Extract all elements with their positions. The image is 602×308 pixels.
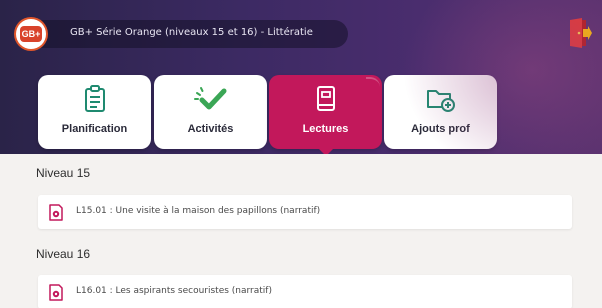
section-title: Niveau 15 — [36, 166, 91, 180]
book-icon — [316, 86, 335, 111]
item-label: L15.01 : Une visite à la maison des papi… — [76, 206, 321, 216]
clipboard-icon — [84, 85, 105, 112]
list-item[interactable]: L16.01 : Les aspirants secouristes (narr… — [38, 275, 572, 308]
reading-document-icon — [49, 204, 63, 221]
exit-button[interactable] — [566, 18, 592, 48]
folder-add-icon — [426, 90, 455, 112]
tab-ajouts-prof[interactable]: Ajouts prof — [384, 75, 497, 149]
item-label: L16.01 : Les aspirants secouristes (narr… — [76, 286, 272, 296]
tab-label: Activités — [187, 123, 234, 135]
tab-label: Planification — [61, 123, 128, 135]
tab-label: Ajouts prof — [411, 123, 470, 135]
tab-planification[interactable]: Planification — [38, 75, 151, 149]
tab-label: Lectures — [302, 123, 349, 135]
title-bar: GB+ GB+ Série Orange (niveaux 15 et 16) … — [16, 19, 348, 49]
reading-document-icon — [49, 284, 63, 301]
checkmark-icon — [193, 87, 226, 110]
tab-lectures[interactable]: Lectures — [269, 75, 382, 154]
tab-activites[interactable]: Activités — [154, 75, 267, 149]
exit-door-icon — [570, 18, 592, 48]
page-title: GB+ Série Orange (niveaux 15 et 16) - Li… — [70, 27, 313, 38]
content-area: Niveau 15 L15.01 : Une visite à la maiso… — [0, 154, 602, 308]
logo-text: GB+ — [20, 26, 42, 42]
app-logo[interactable]: GB+ — [16, 19, 46, 49]
section-title: Niveau 16 — [36, 247, 91, 261]
list-item[interactable]: L15.01 : Une visite à la maison des papi… — [38, 195, 572, 229]
header-banner: GB+ GB+ Série Orange (niveaux 15 et 16) … — [0, 0, 602, 154]
